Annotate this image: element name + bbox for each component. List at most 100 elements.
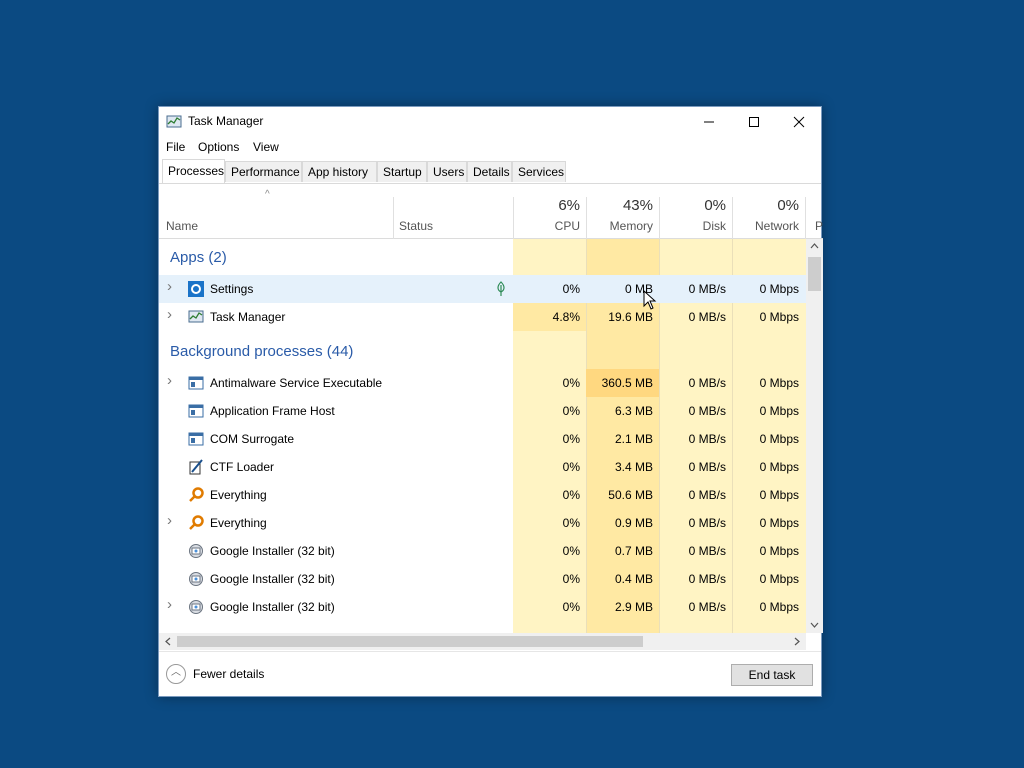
disk-value: 0 MB/s (688, 432, 726, 446)
memory-value: 2.1 MB (614, 432, 653, 446)
cpu-value: 0% (562, 432, 580, 446)
network-value: 0 Mbps (759, 600, 799, 614)
fewer-details-link[interactable]: Fewer details (193, 667, 264, 681)
process-name: Settings (210, 282, 254, 296)
close-button[interactable] (776, 107, 822, 137)
column-network[interactable]: 0% Network (732, 183, 805, 238)
settings-icon (188, 281, 204, 297)
maximize-button[interactable] (731, 107, 777, 137)
cpu-value: 0% (562, 572, 580, 586)
network-value: 0 Mbps (759, 376, 799, 390)
menu-options[interactable]: Options (198, 140, 239, 154)
cpu-value: 0% (562, 488, 580, 502)
process-row[interactable]: › Everything 0% 0.9 MB 0 MB/s 0 Mbps (159, 509, 806, 537)
chevron-right-icon[interactable]: › (167, 512, 172, 529)
column-disk[interactable]: 0% Disk (659, 183, 732, 238)
cpu-label: CPU (554, 219, 580, 233)
cpu-value: 0% (562, 282, 580, 296)
process-row[interactable]: Everything 0% 50.6 MB 0 MB/s 0 Mbps (159, 481, 806, 509)
installer-icon (189, 572, 203, 586)
minimize-button[interactable] (686, 107, 732, 137)
horizontal-scroll-thumb[interactable] (177, 636, 643, 647)
chevron-right-icon[interactable]: › (167, 372, 172, 389)
process-row[interactable]: CTF Loader 0% 3.4 MB 0 MB/s 0 Mbps (159, 453, 806, 481)
vertical-scroll-thumb[interactable] (808, 257, 821, 291)
pen-note-icon (189, 459, 203, 475)
process-row[interactable]: COM Surrogate 0% 2.1 MB 0 MB/s 0 Mbps (159, 425, 806, 453)
process-row[interactable]: › Google Installer (32 bit) 0% 2.9 MB 0 MB/s… (159, 593, 806, 621)
horizontal-scrollbar[interactable] (159, 633, 806, 650)
process-row[interactable]: Application Frame Host 0% 6.3 MB 0 MB/s 0 Mb… (159, 397, 806, 425)
group-header[interactable]: Background processes (44) (159, 331, 806, 369)
scroll-down-icon[interactable] (810, 622, 819, 628)
network-value: 0 Mbps (759, 544, 799, 558)
memory-value: 50.6 MB (608, 488, 653, 502)
task-manager-window: Task Manager File Options View Processes… (158, 106, 823, 697)
column-cpu[interactable]: 6% CPU (513, 183, 586, 238)
scroll-left-icon[interactable] (165, 637, 171, 646)
tab-users[interactable]: Users (427, 161, 467, 182)
column-status[interactable]: Status (399, 219, 433, 233)
tab-details[interactable]: Details (467, 161, 512, 182)
network-value: 0 Mbps (759, 488, 799, 502)
disk-total: 0% (704, 197, 726, 214)
chevron-up-circle-icon[interactable]: ︿ (166, 664, 186, 684)
column-power-partial[interactable]: P (815, 219, 823, 233)
process-name: Task Manager (210, 310, 286, 324)
process-name: Google Installer (32 bit) (210, 572, 335, 586)
memory-value: 2.9 MB (614, 600, 653, 614)
tab-performance[interactable]: Performance (225, 161, 302, 182)
footer: ︿ Fewer details End task (159, 651, 821, 697)
process-row[interactable]: › Task Manager 4.8% 19.6 MB 0 MB/s 0 Mbps (159, 303, 806, 331)
tab-startup[interactable]: Startup (377, 161, 427, 182)
chevron-right-icon[interactable]: › (167, 278, 172, 295)
process-name: Antimalware Service Executable (210, 376, 383, 390)
group-header[interactable]: Apps (2) (159, 239, 806, 275)
column-name[interactable]: Name (166, 219, 198, 233)
cpu-value: 0% (562, 544, 580, 558)
disk-value: 0 MB/s (688, 460, 726, 474)
network-value: 0 Mbps (759, 404, 799, 418)
network-value: 0 Mbps (759, 310, 799, 324)
column-divider (393, 197, 394, 239)
cpu-value: 0% (562, 600, 580, 614)
window-title: Task Manager (188, 114, 264, 128)
end-task-button[interactable]: End task (731, 664, 813, 686)
process-row[interactable]: › Antimalware Service Executable 0% 360.5 M… (159, 369, 806, 397)
chevron-right-icon[interactable]: › (167, 306, 172, 323)
network-value: 0 Mbps (759, 460, 799, 474)
network-value: 0 Mbps (759, 572, 799, 586)
minimize-icon (704, 121, 714, 123)
memory-value: 0.7 MB (614, 544, 653, 558)
window-app-icon (188, 432, 204, 446)
process-row[interactable]: Google Installer (32 bit) 0% 0.4 MB 0 MB/s 0… (159, 565, 806, 593)
network-label: Network (754, 219, 799, 233)
disk-value: 0 MB/s (688, 572, 726, 586)
process-row[interactable]: Google Installer (32 bit) 0% 0.7 MB 0 MB/s 0… (159, 537, 806, 565)
network-total: 0% (777, 197, 799, 214)
tab-processes[interactable]: Processes (162, 159, 225, 183)
column-memory[interactable]: 43% Memory (586, 183, 659, 238)
mouse-cursor-icon (643, 290, 657, 310)
process-name: Google Installer (32 bit) (210, 544, 335, 558)
scroll-right-icon[interactable] (794, 637, 800, 646)
process-name: Application Frame Host (210, 404, 335, 418)
cpu-value: 0% (562, 516, 580, 530)
memory-value: 3.4 MB (614, 460, 653, 474)
tab-services[interactable]: Services (512, 161, 566, 182)
menu-view[interactable]: View (253, 140, 279, 154)
vertical-scrollbar[interactable] (806, 239, 823, 633)
process-row[interactable]: › Settings 0% 0 MB 0 MB/s 0 Mbps (159, 275, 806, 303)
column-divider (805, 197, 806, 239)
menu-file[interactable]: File (166, 140, 185, 154)
cpu-value: 0% (562, 404, 580, 418)
magnifier-icon (189, 515, 204, 530)
task-manager-icon (188, 310, 204, 323)
process-name: Everything (210, 516, 267, 530)
title-bar[interactable]: Task Manager (159, 107, 821, 137)
disk-label: Disk (702, 219, 726, 233)
tab-app-history[interactable]: App history (302, 161, 377, 182)
chevron-right-icon[interactable]: › (167, 596, 172, 613)
disk-value: 0 MB/s (688, 488, 726, 502)
scroll-up-icon[interactable] (810, 243, 819, 249)
